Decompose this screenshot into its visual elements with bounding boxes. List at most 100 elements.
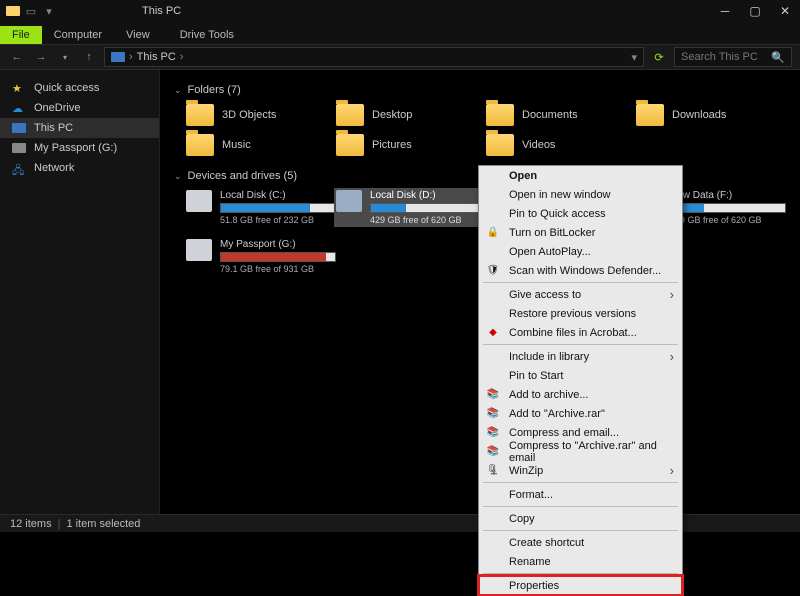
up-button[interactable]: ↑ [80,48,98,66]
cm-copy[interactable]: Copy [479,509,682,528]
separator [483,506,678,507]
qa-icon-1[interactable]: ▭ [24,5,38,18]
drive-d[interactable]: Local Disk (D:) 429 GB free of 620 GB [334,188,488,227]
folder-icon [186,104,214,126]
pc-path-icon [111,52,125,62]
separator [483,344,678,345]
cm-winzip[interactable]: 🗜WinZip [479,461,682,480]
sidebar-item-label: OneDrive [34,102,80,114]
path-box[interactable]: › This PC › ▾ [104,47,644,67]
separator [483,530,678,531]
drive-label: Raw Data (F:) [670,190,786,201]
cm-bitlocker[interactable]: 🔒Turn on BitLocker [479,223,682,242]
cm-restore[interactable]: Restore previous versions [479,304,682,323]
drive-c[interactable]: Local Disk (C:)51.8 GB free of 232 GB [186,190,336,225]
folder-videos[interactable]: Videos [486,134,636,156]
close-button[interactable]: ✕ [770,0,800,22]
drive-label: Local Disk (D:) [370,190,486,201]
ribbon-tabs: File Computer View Drive Tools [0,22,800,44]
folder-documents[interactable]: Documents [486,104,636,126]
disk-icon [186,239,212,261]
separator [483,482,678,483]
folder-label: Desktop [372,109,412,121]
disk-icon [336,190,362,212]
cm-give-access[interactable]: Give access to [479,285,682,304]
drive-tools-tab[interactable]: Drive Tools [168,26,246,44]
folder-downloads[interactable]: Downloads [636,104,786,126]
acrobat-icon: ◆ [486,326,500,340]
folder-icon [486,104,514,126]
cm-autoplay[interactable]: Open AutoPlay... [479,242,682,261]
drive-label: Local Disk (C:) [220,190,336,201]
drive-free-text: 429 GB free of 620 GB [370,215,486,225]
cm-create-shortcut[interactable]: Create shortcut [479,533,682,552]
folder-label: Downloads [672,109,726,121]
sidebar-item-onedrive[interactable]: ☁ OneDrive [0,98,159,118]
sidebar-item-label: My Passport (G:) [34,142,117,154]
context-menu: Open Open in new window Pin to Quick acc… [478,165,683,596]
pc-icon [12,123,26,133]
archive-icon: 📚 [486,426,500,440]
folder-label: Music [222,139,251,151]
cloud-icon: ☁ [12,102,26,114]
sidebar-item-quick-access[interactable]: ★Quick access [0,78,159,98]
cm-pin-start[interactable]: Pin to Start [479,366,682,385]
winzip-icon: 🗜 [486,464,500,478]
sidebar-item-this-pc[interactable]: This PC [0,118,159,138]
separator [483,573,678,574]
recent-button[interactable]: ▾ [56,48,74,66]
titlebar: ▭ ▾ Manage This PC ─ ▢ ✕ [0,0,800,22]
lock-icon: 🔒 [486,226,500,240]
back-button[interactable]: ← [8,48,26,66]
folder-3d-objects[interactable]: 3D Objects [186,104,336,126]
address-bar: ← → ▾ ↑ › This PC › ▾ ⟳ Search This PC 🔍 [0,44,800,70]
dropdown-icon[interactable]: ▾ [631,51,637,64]
folder-label: Videos [522,139,555,151]
cm-pin-quick-access[interactable]: Pin to Quick access [479,204,682,223]
folder-desktop[interactable]: Desktop [336,104,486,126]
sidebar-item-my-passport[interactable]: My Passport (G:) [0,138,159,158]
status-selection: 1 item selected [66,518,140,530]
folder-music[interactable]: Music [186,134,336,156]
network-icon: 🖧 [12,162,26,174]
window-title: This PC [130,2,193,20]
breadcrumb[interactable]: This PC [137,51,176,63]
archive-icon: 📚 [486,445,500,459]
cm-properties[interactable]: Properties [479,576,682,595]
refresh-button[interactable]: ⟳ [650,51,668,64]
drive-icon [12,143,26,153]
search-input[interactable]: Search This PC 🔍 [674,47,792,67]
drive-free-text: 439 GB free of 620 GB [670,215,786,225]
qa-icon-2[interactable]: ▾ [42,5,56,18]
drive-g[interactable]: My Passport (G:)79.1 GB free of 931 GB [186,239,336,274]
folder-pictures[interactable]: Pictures [336,134,486,156]
cm-include-library[interactable]: Include in library [479,347,682,366]
cm-compress-rar-email[interactable]: 📚Compress to "Archive.rar" and email [479,442,682,461]
cm-format[interactable]: Format... [479,485,682,504]
folder-icon [636,104,664,126]
star-icon: ★ [12,82,26,94]
file-tab[interactable]: File [0,26,42,44]
cm-combine-acrobat[interactable]: ◆Combine files in Acrobat... [479,323,682,342]
minimize-button[interactable]: ─ [710,0,740,22]
cm-open[interactable]: Open [479,166,682,185]
cm-add-archive[interactable]: 📚Add to archive... [479,385,682,404]
computer-tab[interactable]: Computer [42,26,114,44]
folder-label: 3D Objects [222,109,276,121]
search-placeholder: Search This PC [681,51,758,63]
archive-icon: 📚 [486,388,500,402]
cm-open-new-window[interactable]: Open in new window [479,185,682,204]
cm-add-rar[interactable]: 📚Add to "Archive.rar" [479,404,682,423]
cm-defender[interactable]: 🛡Scan with Windows Defender... [479,261,682,280]
folders-group-header[interactable]: ⌄Folders (7) [174,84,786,96]
search-icon: 🔍 [771,51,785,64]
sidebar-item-network[interactable]: 🖧Network [0,158,159,178]
cm-rename[interactable]: Rename [479,552,682,571]
chevron-down-icon: ⌄ [174,171,182,182]
forward-button[interactable]: → [32,48,50,66]
usage-bar [370,203,486,213]
view-tab[interactable]: View [114,26,162,44]
folder-label: Documents [522,109,578,121]
drive-label: My Passport (G:) [220,239,336,250]
maximize-button[interactable]: ▢ [740,0,770,22]
